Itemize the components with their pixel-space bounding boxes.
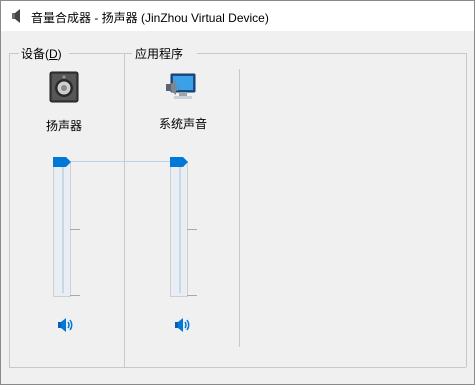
speaker-volume-icon[interactable] [57, 317, 75, 333]
device-slider-tick [70, 295, 80, 296]
device-section-line-left [9, 53, 19, 54]
device-volume-slider-thumb[interactable] [53, 157, 71, 167]
title-bar[interactable]: 音量合成器 - 扬声器 (JinZhou Virtual Device) [1, 1, 474, 31]
speaker-device-icon[interactable] [49, 71, 79, 103]
apps-section-border-right [466, 53, 467, 367]
apps-section-line-right [197, 53, 466, 54]
app-slider-tick [187, 229, 197, 230]
app-slider-tick [187, 295, 197, 296]
app-column-separator [239, 69, 240, 347]
device-section-line-right [69, 53, 124, 54]
speaker-title-icon [12, 9, 20, 23]
volume-link-line [71, 161, 171, 162]
device-section-title: 设备(D) [21, 47, 62, 61]
device-section-border-left [9, 53, 10, 367]
app-volume-slider-thumb[interactable] [170, 157, 188, 167]
device-volume-slider-track[interactable] [53, 161, 71, 297]
device-section-border-right [124, 53, 125, 367]
apps-section-line-left [124, 53, 132, 54]
system-sounds-icon[interactable] [165, 73, 197, 103]
apps-section-title: 应用程序 [135, 47, 184, 61]
device-label[interactable]: 扬声器 [19, 117, 109, 134]
app-volume-slider-track[interactable] [170, 161, 188, 297]
window-title: 音量合成器 - 扬声器 (JinZhou Virtual Device) [31, 11, 269, 25]
volume-mixer-window: 音量合成器 - 扬声器 (JinZhou Virtual Device) 设备(… [0, 0, 475, 385]
mixer-bottom-border [9, 367, 466, 368]
speaker-volume-icon[interactable] [174, 317, 192, 333]
app-label-system-sounds[interactable]: 系统声音 [138, 115, 228, 132]
device-slider-tick [70, 229, 80, 230]
device-accel-key: D [49, 47, 58, 61]
